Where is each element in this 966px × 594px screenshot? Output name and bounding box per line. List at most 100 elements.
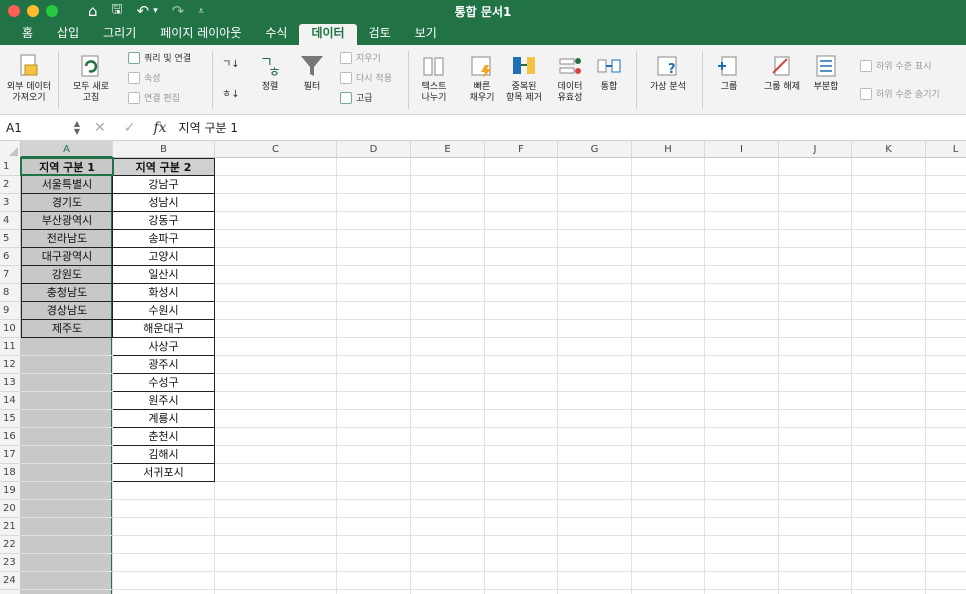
name-box-arrows-icon[interactable]: ▲ ▼ xyxy=(74,119,80,136)
sort-button[interactable]: ㄱㅎ 정렬 xyxy=(252,53,288,93)
save-icon[interactable]: 🖫 xyxy=(112,0,123,22)
reapply-filter-button[interactable]: 다시 적용 xyxy=(340,71,392,84)
tab-home[interactable]: 홈 xyxy=(10,24,45,45)
column-header-b[interactable]: B xyxy=(113,141,215,158)
name-box[interactable]: A1 ▲ ▼ xyxy=(4,118,84,138)
cell-b2[interactable]: 강남구 xyxy=(113,176,215,194)
cell-b14[interactable]: 원주시 xyxy=(113,392,215,410)
cell-b6[interactable]: 고양시 xyxy=(113,248,215,266)
row-header-4[interactable]: 4 xyxy=(0,212,21,230)
column-header-c[interactable]: C xyxy=(215,141,337,158)
cell-b5[interactable]: 송파구 xyxy=(113,230,215,248)
cell-b7[interactable]: 일산시 xyxy=(113,266,215,284)
cell-a3[interactable]: 경기도 xyxy=(21,194,113,212)
row-header-16[interactable]: 16 xyxy=(0,428,21,446)
sort-ascending-button[interactable]: ㄱ↓ xyxy=(222,55,240,70)
cell-b8[interactable]: 화성시 xyxy=(113,284,215,302)
cell-a7[interactable]: 강원도 xyxy=(21,266,113,284)
row-header-15[interactable]: 15 xyxy=(0,410,21,428)
cell-a5[interactable]: 전라남도 xyxy=(21,230,113,248)
undo-dropdown-icon[interactable]: ▾ xyxy=(153,6,158,16)
row-header-14[interactable]: 14 xyxy=(0,392,21,410)
clear-filter-button[interactable]: 지우기 xyxy=(340,51,381,64)
advanced-filter-button[interactable]: 고급 xyxy=(340,91,373,104)
row-header-21[interactable]: 21 xyxy=(0,518,21,536)
row-header-17[interactable]: 17 xyxy=(0,446,21,464)
get-external-data-button[interactable]: 외부 데이터 가져오기 xyxy=(4,53,54,104)
row-header-7[interactable]: 7 xyxy=(0,266,21,284)
cell-b17[interactable]: 김해시 xyxy=(113,446,215,464)
hide-detail-button[interactable]: 하위 수준 숨기기 xyxy=(860,87,940,100)
column-header-d[interactable]: D xyxy=(337,141,411,158)
column-header-a[interactable]: A xyxy=(21,141,113,158)
edit-links-button[interactable]: 연결 편집 xyxy=(128,91,180,104)
row-header-8[interactable]: 8 xyxy=(0,284,21,302)
column-header-l[interactable]: L xyxy=(926,141,966,158)
cells-area[interactable]: 지역 구분 1 서울특별시 경기도 부산광역시 전라남도 대구광역시 강원도 충청남도 경상남도… xyxy=(20,157,966,594)
row-header-13[interactable]: 13 xyxy=(0,374,21,392)
row-header-11[interactable]: 11 xyxy=(0,338,21,356)
column-header-k[interactable]: K xyxy=(852,141,926,158)
row-header-25[interactable]: 25 xyxy=(0,590,21,594)
close-window-button[interactable] xyxy=(8,5,20,17)
what-if-analysis-button[interactable]: ? 가상 분석 xyxy=(646,53,690,93)
properties-button[interactable]: 속성 xyxy=(128,71,161,84)
group-button[interactable]: 그룹 xyxy=(712,53,746,93)
subtotal-button[interactable]: 부분합 xyxy=(806,53,846,93)
column-header-h[interactable]: H xyxy=(632,141,705,158)
refresh-all-button[interactable]: 모두 새로 고침 xyxy=(66,53,116,104)
tab-insert[interactable]: 삽입 xyxy=(45,24,91,45)
insert-function-icon[interactable]: fx xyxy=(153,120,166,136)
redo-icon[interactable]: ↷ xyxy=(172,2,185,20)
row-header-19[interactable]: 19 xyxy=(0,482,21,500)
minimize-window-button[interactable] xyxy=(27,5,39,17)
row-header-23[interactable]: 23 xyxy=(0,554,21,572)
formula-input[interactable]: 지역 구분 1 xyxy=(179,119,238,136)
sort-descending-button[interactable]: ㅎ↓ xyxy=(222,85,240,100)
row-header-18[interactable]: 18 xyxy=(0,464,21,482)
cell-b16[interactable]: 춘천시 xyxy=(113,428,215,446)
cell-a2[interactable]: 서울특별시 xyxy=(21,176,113,194)
ungroup-button[interactable]: 그룹 해제 xyxy=(760,53,804,93)
cell-b4[interactable]: 강동구 xyxy=(113,212,215,230)
cell-b3[interactable]: 성남시 xyxy=(113,194,215,212)
tab-page-layout[interactable]: 페이지 레이아웃 xyxy=(148,24,253,45)
consolidate-button[interactable]: 통합 xyxy=(594,53,624,93)
remove-duplicates-button[interactable]: 중복된 항목 제거 xyxy=(500,53,548,104)
worksheet-grid[interactable]: ABCDEFGHIJKL 1 2 3 4 5 6 7 8 9 10 11 12 13 14 15 16 17 18… xyxy=(0,141,966,594)
show-detail-button[interactable]: 하위 수준 표시 xyxy=(860,59,931,72)
row-header-22[interactable]: 22 xyxy=(0,536,21,554)
select-all-button[interactable] xyxy=(0,141,21,158)
cell-b18[interactable]: 서귀포시 xyxy=(113,464,215,482)
home-icon[interactable]: ⌂ xyxy=(88,2,98,20)
cell-b12[interactable]: 광주시 xyxy=(113,356,215,374)
cell-a4[interactable]: 부산광역시 xyxy=(21,212,113,230)
cancel-icon[interactable]: ✕ xyxy=(94,120,106,136)
tab-data[interactable]: 데이터 xyxy=(299,24,357,45)
row-header-20[interactable]: 20 xyxy=(0,500,21,518)
row-header-3[interactable]: 3 xyxy=(0,194,21,212)
row-header-1[interactable]: 1 xyxy=(0,158,21,176)
row-header-2[interactable]: 2 xyxy=(0,176,21,194)
undo-icon[interactable]: ↶ xyxy=(137,2,150,20)
customize-toolbar-icon[interactable]: ⩡ xyxy=(198,6,204,17)
tab-review[interactable]: 검토 xyxy=(357,24,403,45)
cell-b10[interactable]: 해운대구 xyxy=(113,320,215,338)
text-to-columns-button[interactable]: 텍스트 나누기 xyxy=(414,53,454,104)
enter-icon[interactable]: ✓ xyxy=(124,120,136,136)
tab-view[interactable]: 보기 xyxy=(403,24,449,45)
queries-connections-button[interactable]: 쿼리 및 연결 xyxy=(128,51,191,64)
cell-a10[interactable]: 제주도 xyxy=(21,320,113,338)
filter-button[interactable]: 필터 xyxy=(294,53,330,93)
column-header-i[interactable]: I xyxy=(705,141,779,158)
tab-draw[interactable]: 그리기 xyxy=(91,24,148,45)
cell-b1[interactable]: 지역 구분 2 xyxy=(113,158,215,176)
cell-a8[interactable]: 충청남도 xyxy=(21,284,113,302)
zoom-window-button[interactable] xyxy=(46,5,58,17)
row-header-6[interactable]: 6 xyxy=(0,248,21,266)
row-header-24[interactable]: 24 xyxy=(0,572,21,590)
cell-b11[interactable]: 사상구 xyxy=(113,338,215,356)
cell-b9[interactable]: 수원시 xyxy=(113,302,215,320)
cell-a1[interactable]: 지역 구분 1 xyxy=(21,158,113,176)
row-header-10[interactable]: 10 xyxy=(0,320,21,338)
